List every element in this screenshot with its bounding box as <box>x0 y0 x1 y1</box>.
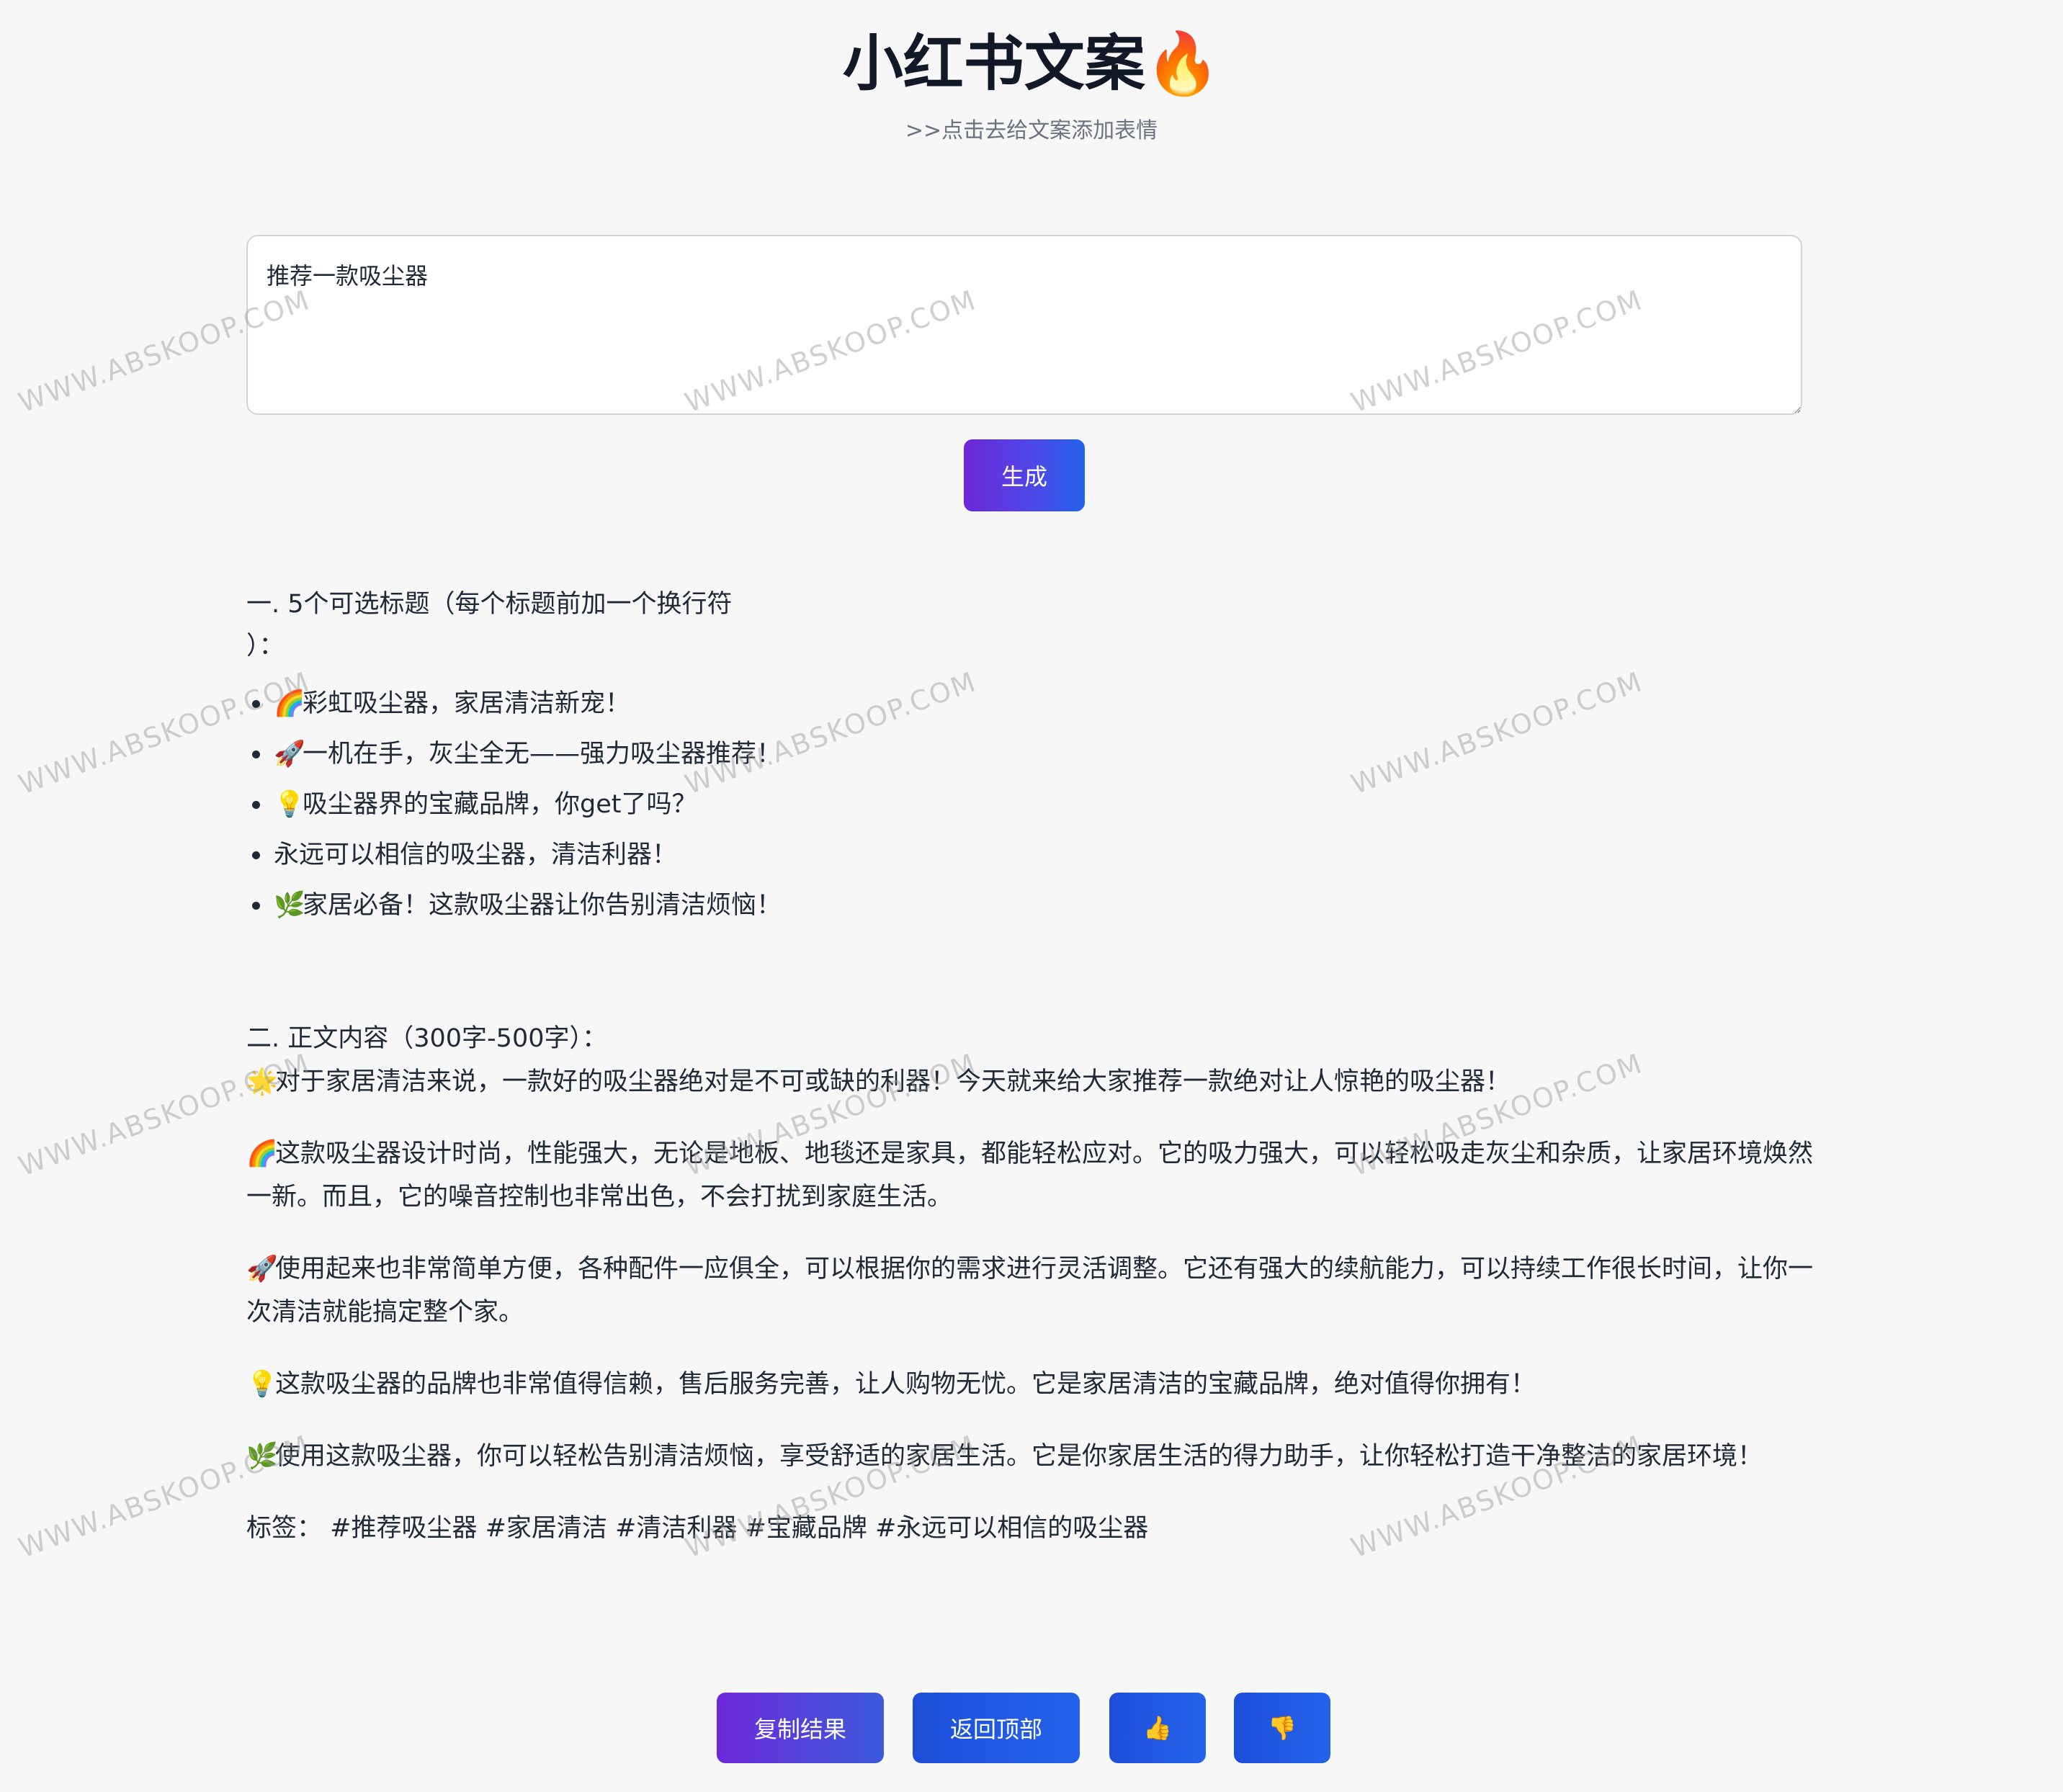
lightbulb-icon: 💡 <box>274 790 305 819</box>
star-icon: 🌟 <box>246 1067 278 1096</box>
copy-result-button[interactable]: 复制结果 <box>717 1693 884 1763</box>
body-paragraph: 💡这款吸尘器的品牌也非常值得信赖，售后服务完善，让人购物无忧。它是家居清洁的宝藏… <box>246 1363 1831 1406</box>
body-paragraph: 🌟对于家居清洁来说，一款好的吸尘器绝对是不可或缺的利器！今天就来给大家推荐一款绝… <box>246 1060 1831 1103</box>
tags-text: #推荐吸尘器 #家居清洁 #清洁利器 #宝藏品牌 #永远可以相信的吸尘器 <box>330 1514 1149 1543</box>
tags-line: 标签： #推荐吸尘器 #家居清洁 #清洁利器 #宝藏品牌 #永远可以相信的吸尘器 <box>246 1507 1831 1550</box>
body-paragraph: 🌈这款吸尘器设计时尚，性能强大，无论是地板、地毯还是家具，都能轻松应对。它的吸力… <box>246 1132 1831 1219</box>
section2-heading: 二. 正文内容（300字-500字）： <box>246 1024 607 1053</box>
paragraph-text: 使用这款吸尘器，你可以轻松告别清洁烦恼，享受舒适的家居生活。它是你家居生活的得力… <box>275 1442 1763 1471</box>
generate-button[interactable]: 生成 <box>964 439 1085 511</box>
rainbow-icon: 🌈 <box>274 689 305 718</box>
herb-icon: 🌿 <box>274 891 305 920</box>
thumbs-down-button[interactable]: 👎 <box>1234 1693 1330 1763</box>
body-paragraph: 🚀使用起来也非常简单方便，各种配件一应俱全，可以根据你的需求进行灵活调整。它还有… <box>246 1247 1831 1334</box>
title-text: 家居必备！这款吸尘器让你告别清洁烦恼！ <box>303 891 782 920</box>
body-paragraph: 🌿使用这款吸尘器，你可以轻松告别清洁烦恼，享受舒适的家居生活。它是你家居生活的得… <box>246 1435 1831 1478</box>
title-item: 永远可以相信的吸尘器，清洁利器！ <box>246 830 1831 880</box>
title-item: 🌿家居必备！这款吸尘器让你告别清洁烦恼！ <box>246 880 1831 931</box>
title-item: 🌈彩虹吸尘器，家居清洁新宠！ <box>246 678 1831 729</box>
section1-heading: 一. 5个可选标题（每个标题前加一个换行符 ）： <box>246 583 1831 667</box>
page-title-text: 小红书文案 <box>842 28 1145 99</box>
title-item: 💡吸尘器界的宝藏品牌，你get了吗？ <box>246 779 1831 830</box>
tags-label: 标签： <box>246 1514 323 1543</box>
fire-icon: 🔥 <box>1145 28 1221 99</box>
title-list: 🌈彩虹吸尘器，家居清洁新宠！ 🚀一机在手，灰尘全无——强力吸尘器推荐！ 💡吸尘器… <box>246 678 1831 931</box>
add-emoji-link[interactable]: >>点击去给文案添加表情 <box>0 114 2063 148</box>
prompt-input[interactable]: 推荐一款吸尘器 <box>246 235 1802 415</box>
paragraph-text: 这款吸尘器设计时尚，性能强大，无论是地板、地毯还是家具，都能轻松应对。它的吸力强… <box>246 1139 1814 1211</box>
paragraph-text: 这款吸尘器的品牌也非常值得信赖，售后服务完善，让人购物无忧。它是家居清洁的宝藏品… <box>275 1370 1536 1399</box>
title-text: 彩虹吸尘器，家居清洁新宠！ <box>303 689 631 718</box>
title-text: 一机在手，灰尘全无——强力吸尘器推荐！ <box>303 740 782 769</box>
rocket-icon: 🚀 <box>274 740 305 769</box>
title-text: 吸尘器界的宝藏品牌，你get了吗？ <box>303 790 697 819</box>
title-text: 永远可以相信的吸尘器，清洁利器！ <box>274 841 678 869</box>
herb-icon: 🌿 <box>246 1442 278 1471</box>
thumbs-down-icon: 👎 <box>1268 1714 1297 1742</box>
title-item: 🚀一机在手，灰尘全无——强力吸尘器推荐！ <box>246 729 1831 779</box>
paragraph-text: 对于家居清洁来说，一款好的吸尘器绝对是不可或缺的利器！今天就来给大家推荐一款绝对… <box>275 1067 1511 1096</box>
body-section: 二. 正文内容（300字-500字）： 🌟对于家居清洁来说，一款好的吸尘器绝对是… <box>246 1017 1831 1579</box>
page-title: 小红书文案🔥 <box>0 20 2063 107</box>
section1-heading-line2: ）： <box>246 632 285 660</box>
titles-section: 一. 5个可选标题（每个标题前加一个换行符 ）： 🌈彩虹吸尘器，家居清洁新宠！ … <box>246 583 1831 931</box>
paragraph-text: 使用起来也非常简单方便，各种配件一应俱全，可以根据你的需求进行灵活调整。它还有强… <box>246 1255 1814 1327</box>
thumbs-up-icon: 👍 <box>1143 1714 1172 1742</box>
rocket-icon: 🚀 <box>246 1255 278 1283</box>
lightbulb-icon: 💡 <box>246 1370 278 1399</box>
rainbow-icon: 🌈 <box>246 1139 278 1168</box>
thumbs-up-button[interactable]: 👍 <box>1109 1693 1206 1763</box>
back-to-top-button[interactable]: 返回顶部 <box>913 1693 1080 1763</box>
section1-heading-line1: 一. 5个可选标题（每个标题前加一个换行符 <box>246 590 733 619</box>
